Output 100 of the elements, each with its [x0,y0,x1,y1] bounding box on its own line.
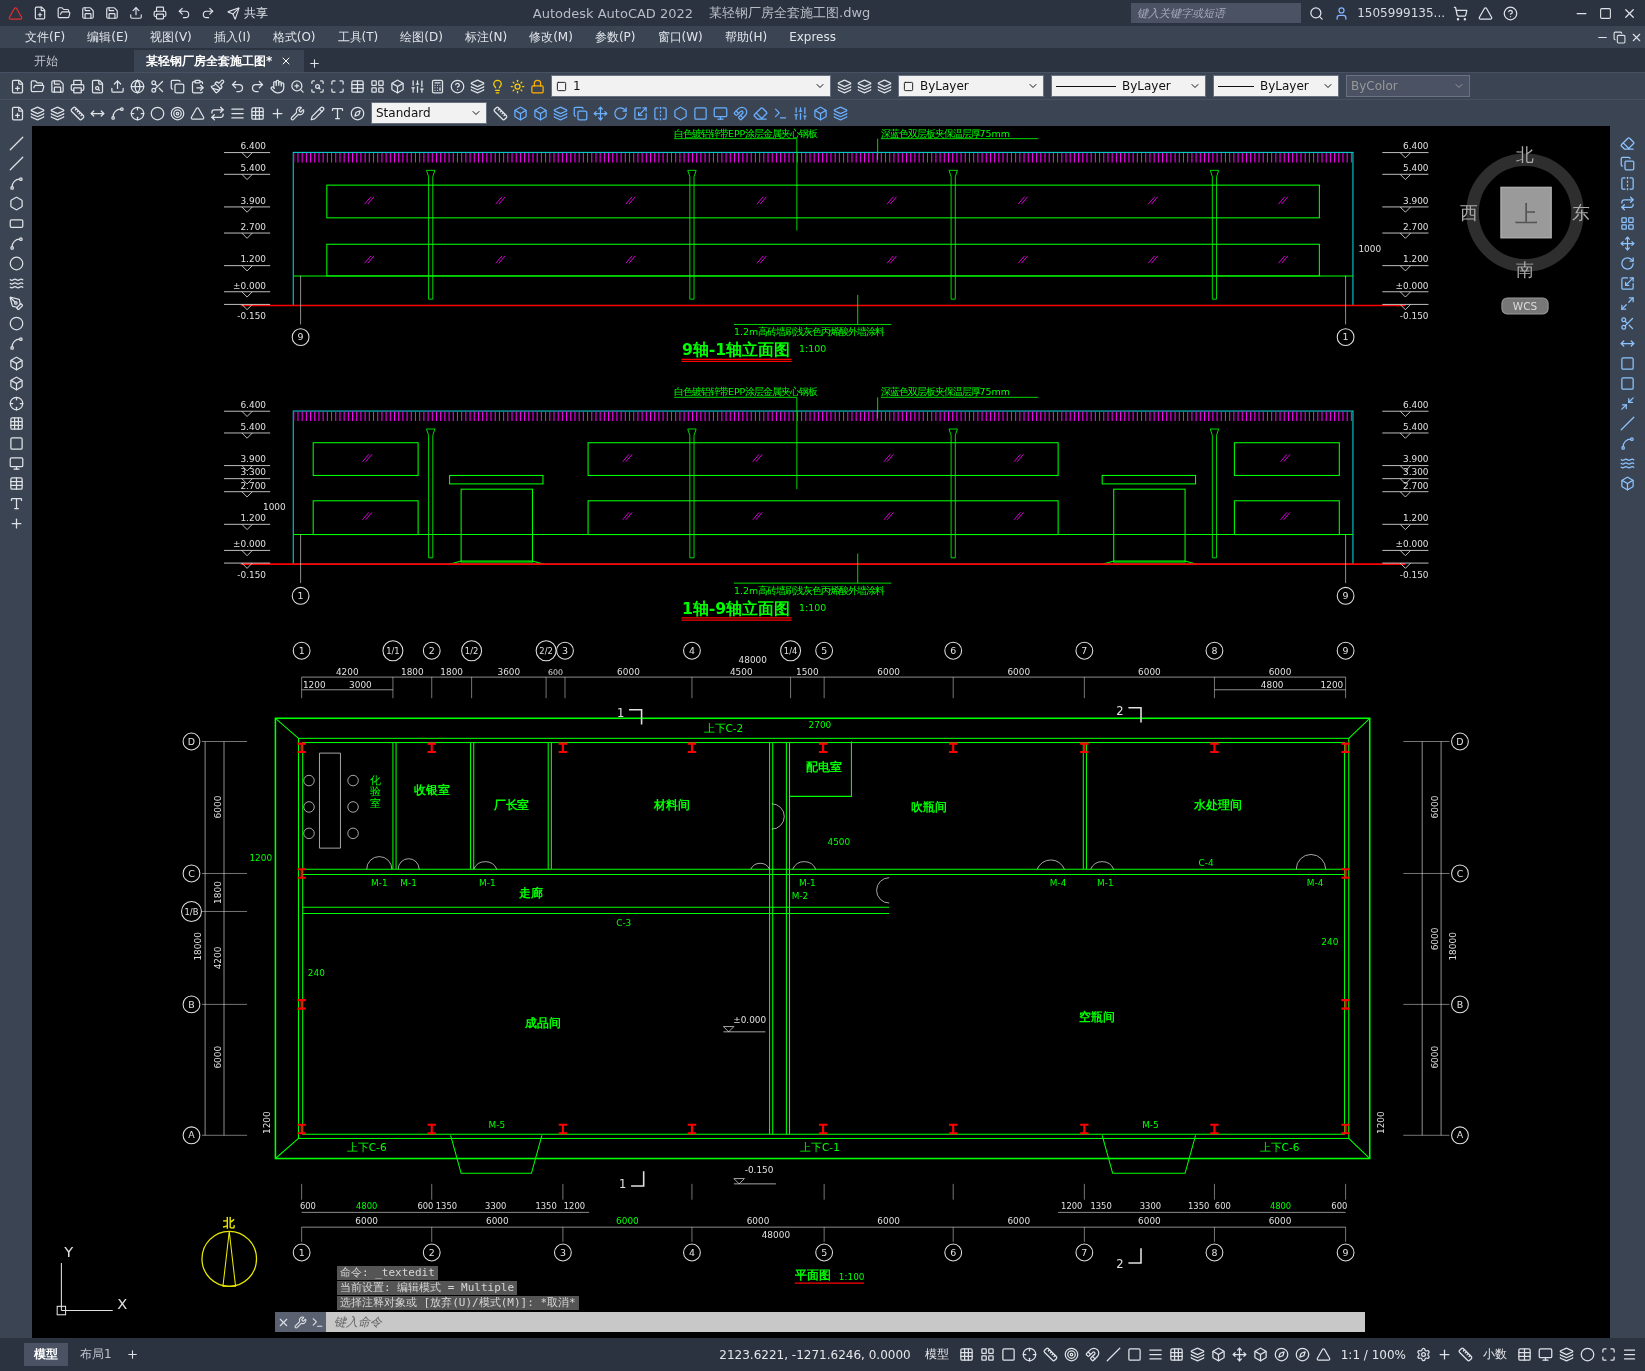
units-button[interactable]: 小数 [1477,1346,1513,1363]
annotation-note: 白色镀铝锌带EPP涂层金属夹心钢板 [674,386,818,398]
tag-label: M-5 [1142,1119,1159,1130]
level-label: ±0.000 [1395,539,1429,550]
level-label: 2.700 [240,480,266,491]
tag-label: 上下C-1 [800,1141,840,1154]
user-name[interactable]: 1505999135... [1357,6,1445,20]
document-tab[interactable]: 某轻钢厂房全套施工图* [134,50,305,72]
tag-label: -0.150 [744,1165,774,1176]
tag-label: 上下C-6 [346,1141,387,1154]
tag-label: 1200 [249,852,273,863]
level-label: -0.150 [237,311,266,322]
axis-bubble: 9 [1336,641,1355,660]
menu-item[interactable]: 文件(F) [14,28,77,46]
menu-item[interactable]: 帮助(H) [713,28,779,46]
level-label: 3.900 [1402,195,1429,206]
scale-label: 1:100 [798,601,827,613]
menu-item[interactable]: 插入(I) [202,28,262,46]
color-dropdown[interactable]: ByLayer [898,75,1044,97]
axis-bubble: 3 [556,641,574,660]
tag-label: M-1 [1097,878,1114,889]
dimension-label: 6000 [1429,927,1440,951]
search-field[interactable]: 键入关键字或短语 [1131,3,1302,23]
dimension-label: 1000 [263,502,286,513]
drawing-title: 9轴-1轴立面图 [681,340,791,360]
menu-item[interactable]: 参数(P) [583,28,647,46]
tag-label: 240 [307,967,325,978]
level-label: 3.900 [240,454,266,465]
dimension-label: 3300 [1139,1201,1162,1212]
axis-bubble: 7 [1075,641,1094,660]
app-title: Autodesk AutoCAD 2022 [532,5,694,21]
level-label: 3.300 [240,467,266,478]
level-label: 6.400 [240,141,266,152]
dimension-label: 1000 [1358,243,1382,254]
dimension-label: 48000 [738,655,767,666]
room-label: 水处理间 [1193,798,1242,813]
menu-item[interactable]: 工具(T) [326,28,390,46]
layout-tab[interactable]: 布局1 [70,1343,122,1366]
dimension-label: 4800 [356,1201,378,1212]
tag-label: C-3 [616,918,632,929]
level-label: ±0.000 [233,539,266,550]
dimension-label: 1800 [440,666,463,677]
share-button[interactable]: 共享 [223,2,272,24]
level-label: 5.400 [240,163,266,174]
axis-bubble: C [182,864,201,883]
dimension-label: 6000 [212,1045,223,1069]
axis-bubble: 9 [1336,586,1355,605]
room-label: 成品间 [525,1015,561,1030]
axis-bubble: 8 [1205,641,1224,660]
annotation-note: 白色镀铝锌带EPP涂层金属夹心钢板 [674,127,818,139]
dimension-style-dropdown[interactable]: Standard [371,102,487,124]
layer-dropdown[interactable]: 1 [551,75,831,97]
menu-item[interactable]: 标注(N) [453,28,519,46]
dimension-label: 6000 [616,1215,639,1226]
menu-item[interactable]: 视图(V) [139,28,203,46]
dimension-label: 6000 [1138,666,1161,677]
dimension-label: 6000 [1138,1215,1161,1226]
tag-label: 4500 [827,836,851,847]
model-space-button[interactable]: 模型 [918,1346,955,1363]
room-label: 化验室 [369,773,381,809]
menu-item[interactable]: Express [778,30,847,44]
tag-label: M-1 [479,878,496,889]
axis-label: X [117,1295,128,1313]
annotation-scale-button[interactable]: 1:1 / 100% [1334,1347,1412,1362]
north-label: 北 [223,1216,236,1231]
axis-bubble: 1/1 [382,640,404,662]
dimension-label: 6000 [355,1215,379,1226]
dimension-label: 3300 [485,1201,507,1212]
drawing-title: 平面图 [794,1267,831,1282]
linetype-dropdown[interactable]: ByLayer [1051,75,1206,97]
menu-item[interactable]: 编辑(E) [76,28,140,46]
menu-item[interactable]: 绘图(D) [389,28,454,46]
axis-bubble: 6 [944,1243,963,1262]
tag-label: M-1 [400,878,417,889]
level-label: 2.700 [1402,480,1429,491]
tag-label: 上下C-2 [703,721,744,734]
menu-item[interactable]: 窗口(W) [646,28,714,46]
level-label: -0.150 [1399,311,1429,322]
dimension-label: 6000 [1429,1045,1440,1069]
room-label: 材料间 [654,798,690,813]
tag-label: M-4 [1306,878,1324,889]
dimension-label: 4200 [212,946,223,970]
menu-item[interactable]: 格式(O) [261,28,327,46]
room-label: 收银室 [413,783,450,798]
dimension-label: 6000 [1007,1215,1031,1226]
level-label: 1.200 [240,513,266,524]
dimension-label: 48000 [761,1229,791,1240]
command-input-field[interactable]: 键入命令 [326,1312,1365,1332]
layout-tab[interactable]: 模型 [24,1343,68,1366]
lineweight-dropdown[interactable]: ByLayer [1213,75,1339,97]
section-mark-label: 2 [1116,704,1124,719]
level-label: ±0.000 [233,280,266,291]
axis-bubble: 1 [292,1243,311,1262]
menu-item[interactable]: 修改(M) [518,28,584,46]
annotation-note: 1.2m高砖墙刷浅灰色丙烯酸外墙涂料 [733,584,884,596]
section-mark-label: 1 [619,1177,627,1192]
annotation-note: 深蓝色双层板夹保温层厚75mm [880,127,1010,139]
axis-bubble: 4 [683,1243,701,1262]
axis-bubble: 2 [422,641,441,660]
level-label: 3.900 [240,195,266,206]
